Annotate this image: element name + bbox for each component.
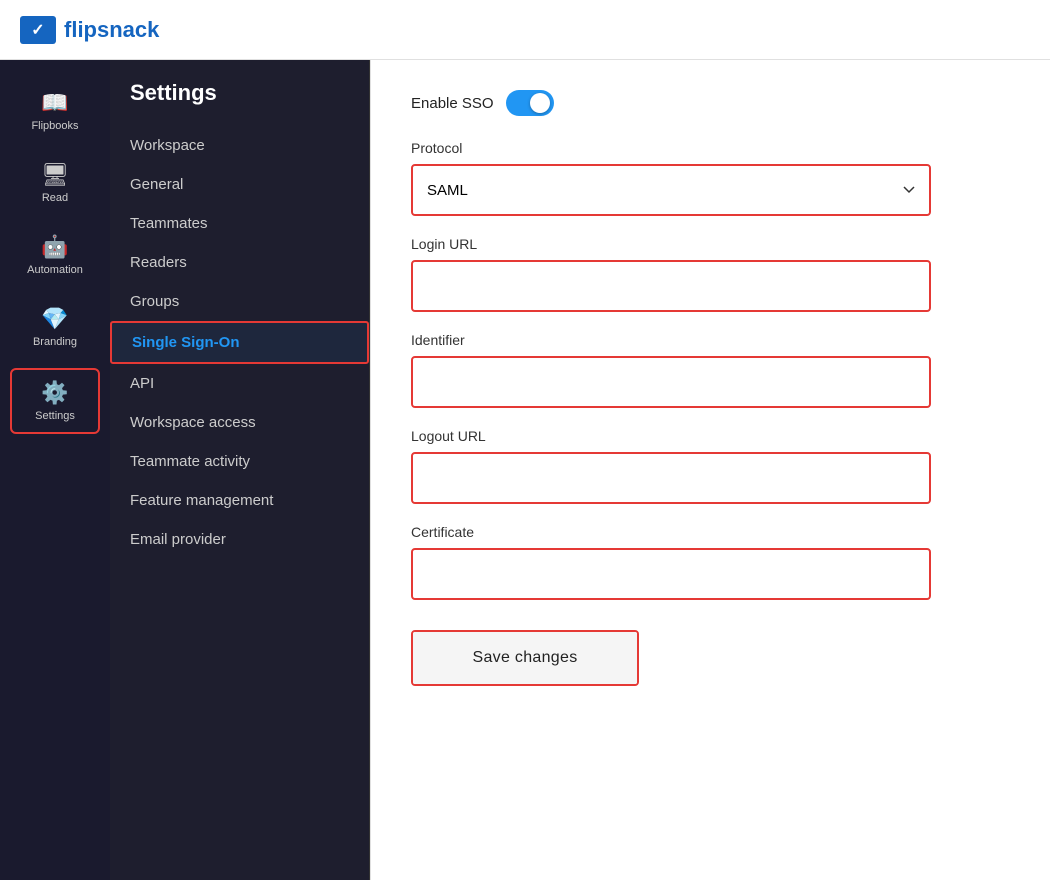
nav-item-read[interactable]: 🖥 Read (10, 152, 100, 214)
logo-text: flipsnack (64, 17, 159, 43)
sso-toggle[interactable] (506, 90, 554, 116)
sidebar-item-email-provider[interactable]: Email provider (110, 520, 369, 559)
main-layout: 📖 Flipbooks 🖥 Read 🤖 Automation 💎 Brandi… (0, 60, 1050, 880)
protocol-field: Protocol SAML OIDC (411, 140, 931, 216)
sidebar-item-general[interactable]: General (110, 165, 369, 204)
nav-item-automation[interactable]: 🤖 Automation (10, 224, 100, 286)
logout-url-input[interactable] (411, 452, 931, 504)
logout-url-label: Logout URL (411, 428, 931, 444)
save-button[interactable]: Save changes (413, 632, 637, 684)
left-nav: 📖 Flipbooks 🖥 Read 🤖 Automation 💎 Brandi… (0, 60, 110, 880)
sidebar-item-readers[interactable]: Readers (110, 243, 369, 282)
login-url-label: Login URL (411, 236, 931, 252)
identifier-field: Identifier (411, 332, 931, 408)
sidebar-item-api[interactable]: API (110, 364, 369, 403)
enable-sso-label: Enable SSO (411, 95, 494, 112)
toggle-thumb (530, 93, 550, 113)
nav-item-settings[interactable]: ⚙️ Settings (10, 368, 100, 434)
read-label: Read (42, 192, 68, 204)
sidebar-item-workspace[interactable]: Workspace (110, 126, 369, 165)
settings-icon: ⚙️ (41, 380, 68, 406)
sidebar-item-teammates[interactable]: Teammates (110, 204, 369, 243)
logo-area: flipsnack (20, 16, 159, 44)
sidebar-title: Settings (110, 80, 369, 126)
top-header: flipsnack (0, 0, 1050, 60)
certificate-input[interactable] (411, 548, 931, 600)
sidebar-item-feature-management[interactable]: Feature management (110, 481, 369, 520)
sidebar-item-groups[interactable]: Groups (110, 282, 369, 321)
flipbooks-icon: 📖 (41, 90, 68, 116)
flipbooks-label: Flipbooks (31, 120, 78, 132)
certificate-label: Certificate (411, 524, 931, 540)
logo-icon (20, 16, 56, 44)
read-icon: 🖥 (41, 162, 69, 188)
sidebar-item-single-sign-on[interactable]: Single Sign-On (110, 321, 369, 364)
branding-icon: 💎 (41, 306, 68, 332)
logout-url-field: Logout URL (411, 428, 931, 504)
sidebar-item-workspace-access[interactable]: Workspace access (110, 403, 369, 442)
certificate-field: Certificate (411, 524, 931, 600)
identifier-label: Identifier (411, 332, 931, 348)
sidebar-item-teammate-activity[interactable]: Teammate activity (110, 442, 369, 481)
sidebar: Settings Workspace General Teammates Rea… (110, 60, 370, 880)
identifier-input[interactable] (411, 356, 931, 408)
protocol-select[interactable]: SAML OIDC (411, 164, 931, 216)
automation-label: Automation (27, 264, 83, 276)
content-area: Enable SSO Protocol SAML OIDC Login URL (371, 60, 1050, 880)
branding-label: Branding (33, 336, 77, 348)
nav-item-flipbooks[interactable]: 📖 Flipbooks (10, 80, 100, 142)
enable-sso-row: Enable SSO (411, 90, 931, 116)
login-url-field: Login URL (411, 236, 931, 312)
settings-label: Settings (35, 410, 75, 422)
automation-icon: 🤖 (41, 234, 68, 260)
save-button-wrap: Save changes (411, 630, 639, 686)
sso-form: Enable SSO Protocol SAML OIDC Login URL (411, 90, 931, 686)
protocol-label: Protocol (411, 140, 931, 156)
nav-item-branding[interactable]: 💎 Branding (10, 296, 100, 358)
login-url-input[interactable] (411, 260, 931, 312)
